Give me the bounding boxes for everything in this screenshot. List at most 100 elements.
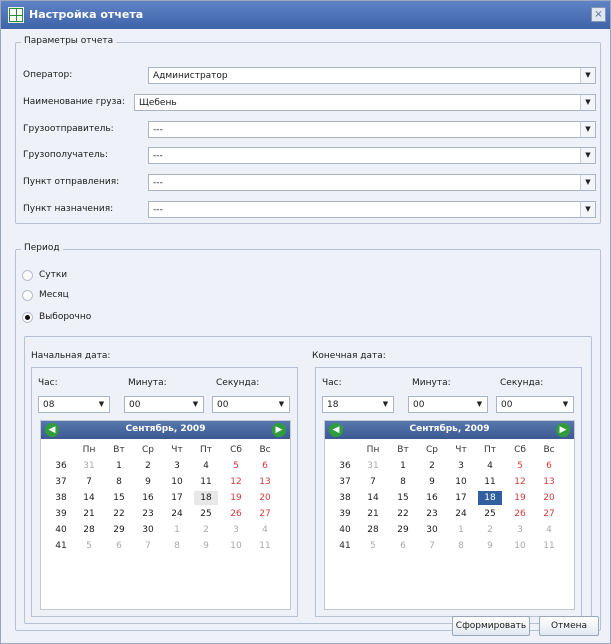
calendar-day[interactable]: 23 <box>420 507 444 521</box>
chevron-down-icon[interactable]: ▼ <box>580 122 595 137</box>
calendar-day[interactable]: 7 <box>136 539 160 553</box>
calendar-day[interactable]: 25 <box>478 507 502 521</box>
calendar-day[interactable]: 2 <box>478 523 502 537</box>
radio-button[interactable] <box>22 289 33 301</box>
calendar-day[interactable]: 1 <box>165 523 189 537</box>
end-minute-dropdown[interactable]: 00 ▼ <box>408 396 488 413</box>
calendar-day[interactable]: 4 <box>537 523 561 537</box>
calendar-day[interactable]: 4 <box>478 459 502 473</box>
arrow-right-icon[interactable]: ▶ <box>556 423 570 437</box>
calendar-day[interactable]: 5 <box>77 539 101 553</box>
calendar-day[interactable]: 28 <box>361 523 385 537</box>
calendar-day[interactable]: 26 <box>508 507 532 521</box>
calendar-day[interactable]: 9 <box>136 475 160 489</box>
generate-button[interactable]: Сформировать <box>452 616 530 636</box>
calendar-day[interactable]: 14 <box>361 491 385 505</box>
calendar-day[interactable]: 29 <box>391 523 415 537</box>
calendar-day[interactable]: 6 <box>391 539 415 553</box>
calendar-day[interactable]: 28 <box>77 523 101 537</box>
calendar-day[interactable]: 2 <box>194 523 218 537</box>
close-button[interactable]: × <box>591 7 606 22</box>
calendar-day[interactable]: 25 <box>194 507 218 521</box>
calendar-day[interactable]: 11 <box>537 539 561 553</box>
calendar-day[interactable]: 11 <box>194 475 218 489</box>
calendar-day[interactable]: 1 <box>391 459 415 473</box>
calendar-day[interactable]: 20 <box>253 491 277 505</box>
calendar-day[interactable]: 9 <box>194 539 218 553</box>
calendar-day[interactable]: 27 <box>537 507 561 521</box>
period-option[interactable]: Выборочно <box>22 310 91 324</box>
calendar-day[interactable]: 6 <box>107 539 131 553</box>
calendar-day[interactable]: 17 <box>165 491 189 505</box>
period-option[interactable]: Месяц <box>22 288 69 302</box>
calendar-day[interactable]: 13 <box>253 475 277 489</box>
calendar-day[interactable]: 8 <box>165 539 189 553</box>
calendar-day[interactable]: 4 <box>194 459 218 473</box>
calendar-day[interactable]: 16 <box>420 491 444 505</box>
calendar-day[interactable]: 13 <box>537 475 561 489</box>
param-dropdown[interactable]: --- ▼ <box>148 174 596 191</box>
calendar-day[interactable]: 20 <box>537 491 561 505</box>
calendar-day[interactable]: 10 <box>165 475 189 489</box>
calendar-day[interactable]: 7 <box>361 475 385 489</box>
chevron-down-icon[interactable]: ▼ <box>472 397 487 412</box>
start-minute-dropdown[interactable]: 00 ▼ <box>124 396 204 413</box>
calendar-month-title[interactable]: Сентябрь, 2009 <box>325 424 574 434</box>
chevron-down-icon[interactable]: ▼ <box>94 397 109 412</box>
calendar-day[interactable]: 14 <box>77 491 101 505</box>
calendar-day[interactable]: 7 <box>420 539 444 553</box>
param-dropdown[interactable]: --- ▼ <box>148 121 596 138</box>
calendar-day[interactable]: 12 <box>224 475 248 489</box>
chevron-down-icon[interactable]: ▼ <box>580 95 595 110</box>
calendar-day[interactable]: 6 <box>253 459 277 473</box>
calendar-day[interactable]: 4 <box>253 523 277 537</box>
calendar-day[interactable]: 1 <box>107 459 131 473</box>
calendar-day[interactable]: 16 <box>136 491 160 505</box>
param-dropdown[interactable]: --- ▼ <box>148 201 596 218</box>
chevron-down-icon[interactable]: ▼ <box>580 175 595 190</box>
calendar-day[interactable]: 18 <box>194 491 218 505</box>
param-dropdown[interactable]: Администратор ▼ <box>148 67 596 84</box>
calendar-day[interactable]: 24 <box>449 507 473 521</box>
calendar-day[interactable]: 9 <box>478 539 502 553</box>
param-dropdown[interactable]: --- ▼ <box>148 147 596 164</box>
calendar-day[interactable]: 27 <box>253 507 277 521</box>
title-bar[interactable]: Настройка отчета × <box>1 1 610 29</box>
calendar-day[interactable]: 29 <box>107 523 131 537</box>
calendar-day[interactable]: 10 <box>224 539 248 553</box>
calendar-day[interactable]: 3 <box>224 523 248 537</box>
calendar-day[interactable]: 1 <box>449 523 473 537</box>
start-second-dropdown[interactable]: 00 ▼ <box>212 396 290 413</box>
calendar-day[interactable]: 3 <box>508 523 532 537</box>
calendar-day[interactable]: 31 <box>361 459 385 473</box>
calendar-day[interactable]: 17 <box>449 491 473 505</box>
chevron-down-icon[interactable]: ▼ <box>558 397 573 412</box>
chevron-down-icon[interactable]: ▼ <box>580 68 595 83</box>
calendar-day[interactable]: 21 <box>361 507 385 521</box>
chevron-down-icon[interactable]: ▼ <box>378 397 393 412</box>
calendar-day[interactable]: 5 <box>508 459 532 473</box>
chevron-down-icon[interactable]: ▼ <box>188 397 203 412</box>
arrow-left-icon[interactable]: ◀ <box>45 423 59 437</box>
chevron-down-icon[interactable]: ▼ <box>274 397 289 412</box>
period-option[interactable]: Сутки <box>22 268 67 282</box>
calendar-day[interactable]: 18 <box>478 491 502 505</box>
calendar-day[interactable]: 15 <box>391 491 415 505</box>
cancel-button[interactable]: Отмена <box>539 616 599 636</box>
calendar-day[interactable]: 8 <box>449 539 473 553</box>
calendar-day[interactable]: 3 <box>165 459 189 473</box>
calendar-day[interactable]: 5 <box>361 539 385 553</box>
calendar-day[interactable]: 9 <box>420 475 444 489</box>
calendar-day[interactable]: 19 <box>508 491 532 505</box>
arrow-right-icon[interactable]: ▶ <box>272 423 286 437</box>
calendar-day[interactable]: 30 <box>420 523 444 537</box>
arrow-left-icon[interactable]: ◀ <box>329 423 343 437</box>
calendar-day[interactable]: 3 <box>449 459 473 473</box>
calendar-day[interactable]: 2 <box>420 459 444 473</box>
calendar-day[interactable]: 6 <box>537 459 561 473</box>
calendar-day[interactable]: 5 <box>224 459 248 473</box>
calendar-day[interactable]: 21 <box>77 507 101 521</box>
calendar-day[interactable]: 30 <box>136 523 160 537</box>
calendar-day[interactable]: 19 <box>224 491 248 505</box>
calendar-day[interactable]: 26 <box>224 507 248 521</box>
